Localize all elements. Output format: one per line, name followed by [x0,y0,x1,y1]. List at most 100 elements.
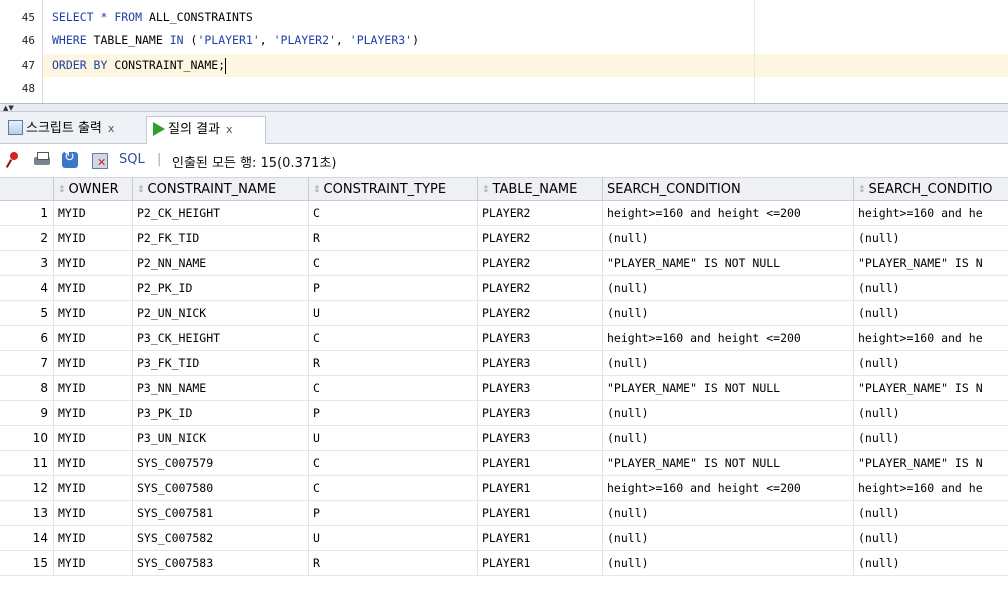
pin-icon[interactable] [4,151,22,169]
column-header[interactable]: SEARCH_CONDITION [603,177,854,201]
code-line[interactable]: WHERE TABLE_NAME IN ('PLAYER1', 'PLAYER2… [52,29,419,52]
table-cell[interactable]: MYID [54,251,133,275]
table-cell[interactable]: P [309,501,478,525]
column-header[interactable]: ⇕ SEARCH_CONDITIO [854,177,1008,201]
table-cell[interactable]: PLAYER1 [478,526,603,550]
table-cell[interactable]: MYID [54,401,133,425]
table-cell[interactable]: (null) [603,401,854,425]
refresh-icon[interactable] [61,150,79,169]
table-cell[interactable]: PLAYER1 [478,551,603,575]
table-cell[interactable]: (null) [603,351,854,375]
table-cell[interactable]: PLAYER1 [478,476,603,500]
result-grid[interactable]: ⇕ OWNER ⇕ CONSTRAINT_NAME ⇕ CONSTRAINT_TYPE ⇕ T… [0,177,1008,577]
table-cell[interactable]: height>=160 and he [854,326,1008,350]
table-row[interactable]: 10 MYID P3_UN_NICK U PLAYER3 (null) (null) [0,426,1008,451]
table-cell[interactable]: P3_FK_TID [133,351,309,375]
table-row[interactable]: 2 MYID P2_FK_TID R PLAYER2 (null) (null) [0,226,1008,251]
table-cell[interactable]: U [309,426,478,450]
table-cell[interactable]: (null) [854,501,1008,525]
table-cell[interactable]: P3_UN_NICK [133,426,309,450]
table-cell[interactable]: P [309,401,478,425]
table-cell[interactable]: PLAYER1 [478,501,603,525]
table-cell[interactable]: (null) [603,301,854,325]
column-header[interactable]: ⇕ CONSTRAINT_NAME [133,177,309,201]
table-cell[interactable]: height>=160 and he [854,201,1008,225]
table-row[interactable]: 1 MYID P2_CK_HEIGHT C PLAYER2 height>=160 and… [0,201,1008,226]
table-cell[interactable]: P2_FK_TID [133,226,309,250]
table-cell[interactable]: C [309,451,478,475]
table-cell[interactable]: (null) [854,551,1008,575]
close-icon[interactable]: x [108,122,115,135]
table-cell[interactable]: (null) [854,301,1008,325]
table-cell[interactable]: MYID [54,226,133,250]
table-cell[interactable]: (null) [603,551,854,575]
table-cell[interactable]: P3_CK_HEIGHT [133,326,309,350]
sort-icon[interactable]: ⇕ [858,178,866,200]
table-cell[interactable]: (null) [854,526,1008,550]
tab-script-output[interactable]: 스크립트 출력 x [2,116,146,144]
table-row[interactable]: 5 MYID P2_UN_NICK U PLAYER2 (null) (null) [0,301,1008,326]
table-row[interactable]: 11 MYID SYS_C007579 C PLAYER1 "PLAYER_NAME" I… [0,451,1008,476]
table-cell[interactable]: C [309,251,478,275]
close-icon[interactable]: x [226,123,233,136]
table-cell[interactable]: PLAYER2 [478,301,603,325]
table-cell[interactable]: PLAYER3 [478,376,603,400]
table-cell[interactable]: MYID [54,351,133,375]
table-cell[interactable]: height>=160 and height <=200 [603,201,854,225]
table-row[interactable]: 8 MYID P3_NN_NAME C PLAYER3 "PLAYER_NAME" IS … [0,376,1008,401]
table-cell[interactable]: (null) [603,501,854,525]
table-cell[interactable]: PLAYER2 [478,276,603,300]
table-row[interactable]: 9 MYID P3_PK_ID P PLAYER3 (null) (null) [0,401,1008,426]
table-cell[interactable]: PLAYER1 [478,451,603,475]
table-cell[interactable]: MYID [54,476,133,500]
table-cell[interactable]: MYID [54,201,133,225]
table-cell[interactable]: SYS_C007581 [133,501,309,525]
table-cell[interactable]: PLAYER3 [478,401,603,425]
table-cell[interactable]: MYID [54,551,133,575]
table-cell[interactable]: PLAYER2 [478,251,603,275]
table-row[interactable]: 12 MYID SYS_C007580 C PLAYER1 height>=160 and… [0,476,1008,501]
table-cell[interactable]: P2_CK_HEIGHT [133,201,309,225]
table-cell[interactable]: SYS_C007583 [133,551,309,575]
sort-icon[interactable]: ⇕ [313,178,321,200]
table-cell[interactable]: (null) [603,276,854,300]
table-cell[interactable]: C [309,376,478,400]
table-cell[interactable]: "PLAYER_NAME" IS N [854,451,1008,475]
table-cell[interactable]: (null) [854,351,1008,375]
sql-editor[interactable]: SELECT * FROM ALL_CONSTRAINTS WHERE TABLE… [0,0,1008,103]
table-cell[interactable]: U [309,526,478,550]
table-cell[interactable]: SYS_C007582 [133,526,309,550]
table-cell[interactable]: MYID [54,326,133,350]
table-cell[interactable]: (null) [854,426,1008,450]
column-header[interactable]: ⇕ CONSTRAINT_TYPE [309,177,478,201]
table-cell[interactable]: (null) [603,226,854,250]
cancel-query-icon[interactable] [91,151,109,169]
table-cell[interactable]: P2_PK_ID [133,276,309,300]
table-cell[interactable]: (null) [854,226,1008,250]
table-row[interactable]: 3 MYID P2_NN_NAME C PLAYER2 "PLAYER_NAME" IS … [0,251,1008,276]
table-cell[interactable]: PLAYER3 [478,426,603,450]
table-cell[interactable]: MYID [54,501,133,525]
table-row[interactable]: 6 MYID P3_CK_HEIGHT C PLAYER3 height>=160 and… [0,326,1008,351]
table-row[interactable]: 4 MYID P2_PK_ID P PLAYER2 (null) (null) [0,276,1008,301]
table-cell[interactable]: R [309,351,478,375]
table-cell[interactable]: P2_UN_NICK [133,301,309,325]
table-cell[interactable]: PLAYER3 [478,351,603,375]
table-cell[interactable]: MYID [54,376,133,400]
table-cell[interactable]: (null) [854,401,1008,425]
table-cell[interactable]: "PLAYER_NAME" IS N [854,376,1008,400]
table-row[interactable]: 14 MYID SYS_C007582 U PLAYER1 (null) (null) [0,526,1008,551]
table-cell[interactable]: (null) [603,526,854,550]
table-cell[interactable]: MYID [54,426,133,450]
table-cell[interactable]: MYID [54,451,133,475]
code-line[interactable]: ORDER BY CONSTRAINT_NAME; [52,54,227,77]
table-cell[interactable]: PLAYER2 [478,201,603,225]
table-cell[interactable]: R [309,226,478,250]
table-cell[interactable]: height>=160 and height <=200 [603,326,854,350]
table-cell[interactable]: C [309,201,478,225]
table-row[interactable]: 15 MYID SYS_C007583 R PLAYER1 (null) (null) [0,551,1008,576]
table-cell[interactable]: SYS_C007579 [133,451,309,475]
sort-icon[interactable]: ⇕ [137,178,145,200]
table-cell[interactable]: C [309,326,478,350]
tab-query-result[interactable]: 질의 결과 x [146,116,266,144]
